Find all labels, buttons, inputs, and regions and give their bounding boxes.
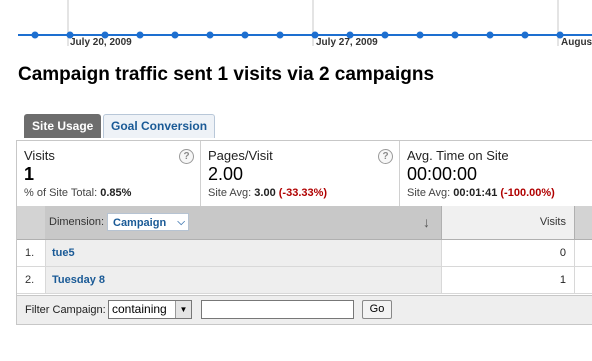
metric-sub-delta: (-33.33%) (278, 187, 328, 199)
row-name-cell: Tuesday 8 (45, 267, 442, 293)
metric-sub: % of Site Total: 0.85% (24, 187, 131, 199)
help-icon[interactable]: ? (378, 149, 393, 164)
timeline-point[interactable] (521, 31, 529, 39)
timeline-date-label: July 20, 2009 (70, 37, 132, 48)
metric-sub-delta: (-100.00%) (500, 187, 555, 199)
table-header: Dimension: Campaign ⌵ ↓ Visits (17, 206, 592, 240)
tab-site-usage[interactable]: Site Usage (24, 114, 102, 138)
timeline-chart: July 20, 2009 July 27, 2009 Augus (0, 0, 592, 52)
row-name-cell: tue5 (45, 240, 442, 266)
metric-label: Visits (24, 148, 55, 163)
metric-sub-prefix: Site Avg: (208, 187, 252, 199)
timeline-point[interactable] (136, 31, 144, 39)
visits-header[interactable]: Visits (441, 206, 575, 239)
timeline-point[interactable] (171, 31, 179, 39)
table-row: 1. tue5 0 (17, 240, 592, 267)
dimension-select[interactable]: Campaign ⌵ (107, 213, 189, 231)
metric-visits: Visits ? 1 % of Site Total: 0.85% (17, 141, 200, 207)
filter-label: Filter Campaign: (25, 304, 106, 316)
metric-label: Avg. Time on Site (407, 148, 509, 163)
metric-sub: Site Avg: 3.00 (-33.33%) (208, 187, 327, 199)
dimension-select-value: Campaign (113, 217, 167, 229)
row-index: 2. (25, 274, 35, 286)
metric-value: 00:00:00 (407, 164, 478, 184)
metric-sub-value: 3.00 (254, 187, 276, 199)
campaign-link[interactable]: tue5 (52, 247, 75, 259)
row-visits-cell: 1 (441, 267, 575, 293)
go-button[interactable]: Go (362, 300, 392, 319)
row-visits: 0 (559, 247, 566, 259)
metric-sub-prefix: % of Site Total: (24, 187, 98, 199)
metric-label: Pages/Visit (208, 148, 273, 163)
filter-mode-select[interactable]: containing ▼ (108, 300, 192, 319)
dimension-label: Dimension: (49, 216, 105, 228)
timeline-point[interactable] (206, 31, 214, 39)
timeline-point[interactable] (276, 31, 284, 39)
timeline-point[interactable] (451, 31, 459, 39)
timeline-point[interactable] (486, 31, 494, 39)
row-visits: 1 (559, 274, 566, 286)
scorecard: Visits ? 1 % of Site Total: 0.85% Pages/… (16, 140, 592, 208)
metric-sub-value: 0.85% (100, 187, 132, 199)
filter-bar: Filter Campaign: containing ▼ Go (16, 295, 592, 325)
metric-value: 1 (24, 164, 35, 184)
filter-mode-value: containing (112, 302, 167, 316)
metric-sub: Site Avg: 00:01:41 (-100.00%) (407, 187, 555, 199)
campaign-link[interactable]: Tuesday 8 (52, 274, 105, 286)
chevron-down-icon: ⌵ (177, 217, 185, 228)
metric-value: 2.00 (208, 164, 244, 184)
help-icon[interactable]: ? (179, 149, 194, 164)
metric-pages-visit: Pages/Visit ? 2.00 Site Avg: 3.00 (-33.3… (200, 141, 400, 207)
timeline-point[interactable] (416, 31, 424, 39)
data-table: Dimension: Campaign ⌵ ↓ Visits 1. tue5 0… (16, 206, 592, 296)
filter-input[interactable] (201, 300, 354, 319)
timeline-point[interactable] (31, 31, 39, 39)
timeline-point[interactable] (241, 31, 249, 39)
metric-avg-time: Avg. Time on Site 00:00:00 Site Avg: 00:… (399, 141, 592, 207)
dropdown-arrow-icon: ▼ (175, 301, 191, 318)
tab-goal-conversion[interactable]: Goal Conversion (103, 114, 216, 138)
visits-header-label: Visits (539, 216, 566, 228)
metric-sub-prefix: Site Avg: (407, 187, 451, 199)
metric-sub-value: 00:01:41 (453, 187, 498, 199)
timeline-date-label: July 27, 2009 (316, 37, 378, 48)
dimension-header: Dimension: Campaign ⌵ ↓ (45, 206, 441, 239)
timeline-date-label: Augus (561, 37, 592, 48)
timeline-point[interactable] (381, 31, 389, 39)
sort-down-arrow-icon[interactable]: ↓ (423, 214, 430, 230)
row-visits-cell: 0 (441, 240, 575, 266)
page-title: Campaign traffic sent 1 visits via 2 cam… (18, 64, 435, 85)
table-row: 2. Tuesday 8 1 (17, 267, 592, 294)
row-index: 1. (25, 247, 35, 259)
